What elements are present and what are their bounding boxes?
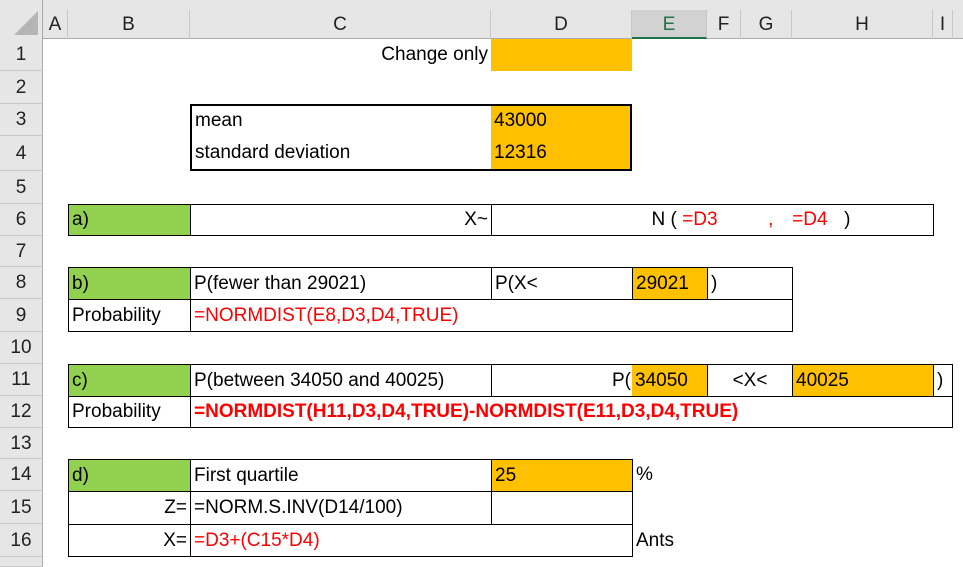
part-c-formula[interactable]: =NORMDIST(H11,D3,D4,TRUE)-NORMDIST(E11,D…	[190, 396, 953, 428]
row-header-12[interactable]: 12	[0, 396, 43, 428]
part-c-desc: P(between 34050 and 40025)	[190, 364, 491, 396]
part-d-x-label: X=	[68, 524, 190, 557]
part-d-z-label: Z=	[68, 491, 190, 524]
row-header-6[interactable]: 6	[0, 204, 43, 236]
part-d-pct: %	[636, 464, 653, 485]
part-d-label: d)	[68, 459, 190, 491]
part-a-label: a)	[68, 204, 190, 236]
column-header-bar: A B C D E F G H I	[0, 0, 963, 39]
part-b-px: P(X<	[491, 267, 632, 299]
row-header-16[interactable]: 16	[0, 524, 43, 557]
part-c-close: )	[933, 364, 953, 396]
part-b-desc: P(fewer than 29021)	[190, 267, 491, 299]
column-header-e[interactable]: E	[632, 10, 707, 39]
select-all-button[interactable]	[0, 0, 43, 39]
part-b-value-input[interactable]: 29021	[632, 267, 707, 299]
row-header-11[interactable]: 11	[0, 364, 43, 396]
part-d-desc: First quartile	[190, 459, 491, 491]
column-header-c[interactable]: C	[190, 10, 491, 39]
row-header-14[interactable]: 14	[0, 459, 43, 491]
part-c-mid: <X<	[707, 364, 792, 396]
column-header-a[interactable]: A	[43, 10, 68, 39]
part-c-upper-input[interactable]: 40025	[792, 364, 933, 396]
row-header-10[interactable]: 10	[0, 332, 43, 364]
sd-label: standard deviation	[190, 136, 491, 171]
input-color-legend[interactable]	[491, 39, 632, 71]
part-a-n-open: N (	[651, 209, 677, 230]
row-header-17[interactable]	[0, 557, 43, 567]
row-header-2[interactable]: 2	[0, 71, 43, 104]
column-header-d[interactable]: D	[491, 10, 632, 39]
part-b-close: )	[707, 267, 793, 299]
row-header-9[interactable]: 9	[0, 299, 43, 332]
part-a-comma: ,	[768, 209, 774, 230]
column-header-b[interactable]: B	[68, 10, 190, 39]
part-b-prob-label: Probability	[68, 299, 190, 332]
part-b-formula[interactable]: =NORMDIST(E8,D3,D4,TRUE)	[190, 299, 793, 332]
part-a-x-tilde: X~	[190, 204, 491, 236]
row-header-8[interactable]: 8	[0, 267, 43, 299]
row-header-3[interactable]: 3	[0, 104, 43, 136]
column-header-h[interactable]: H	[792, 10, 933, 39]
part-d-unit: Ants	[636, 529, 675, 551]
part-d-z-formula[interactable]: =NORM.S.INV(D14/100)	[190, 491, 491, 524]
select-all-icon	[14, 11, 38, 35]
part-c-prob-label: Probability	[68, 396, 190, 428]
sd-input[interactable]: 12316	[491, 136, 632, 171]
column-header-g[interactable]: G	[741, 10, 792, 39]
row-header-13[interactable]: 13	[0, 428, 43, 459]
change-only-label: Change only	[381, 44, 488, 65]
row-header-15[interactable]: 15	[0, 491, 43, 524]
column-header-i[interactable]: I	[933, 10, 953, 39]
row-header-4[interactable]: 4	[0, 136, 43, 171]
mean-input[interactable]: 43000	[491, 104, 632, 136]
mean-label: mean	[190, 104, 491, 136]
row-header-7[interactable]: 7	[0, 236, 43, 267]
part-a-sd-ref: =D4	[792, 209, 828, 230]
column-header-f[interactable]: F	[707, 10, 741, 39]
part-a-mean-ref: =D3	[682, 209, 718, 230]
part-a-close: )	[844, 209, 851, 230]
row-header-1[interactable]: 1	[0, 39, 43, 71]
part-c-p-open: P(	[491, 364, 632, 396]
part-d-z-empty[interactable]	[491, 491, 633, 524]
part-c-label: c)	[68, 364, 190, 396]
part-a-distribution: N ( =D3, =D4)	[491, 204, 934, 236]
part-d-x-formula[interactable]: =D3+(C15*D4)	[190, 524, 633, 557]
part-d-value-input[interactable]: 25	[491, 459, 633, 491]
part-b-label: b)	[68, 267, 190, 299]
part-c-lower-input[interactable]: 34050	[632, 364, 707, 396]
row-header-5[interactable]: 5	[0, 171, 43, 204]
